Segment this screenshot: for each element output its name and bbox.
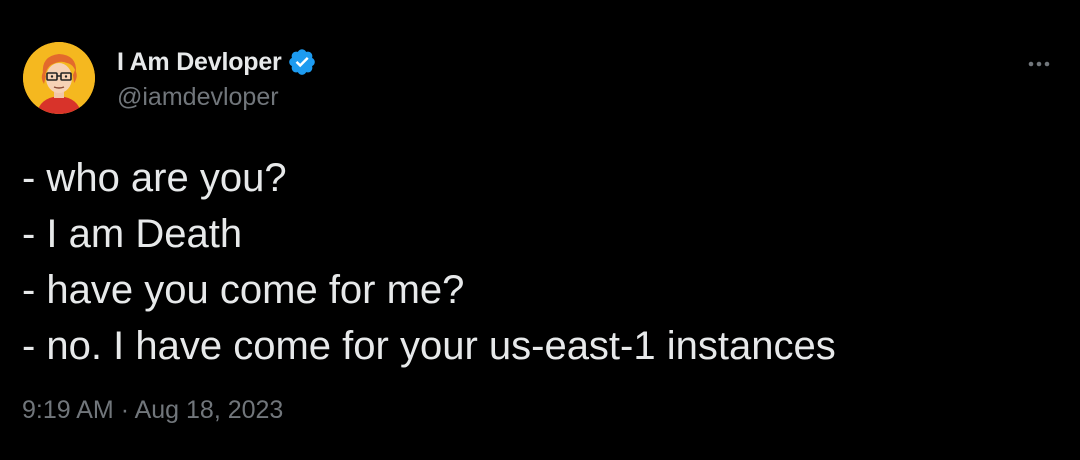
tweet-text-line: - I am Death <box>22 212 243 256</box>
verified-badge-icon <box>287 47 317 77</box>
more-options-button[interactable] <box>1019 52 1059 76</box>
tweet-text-line: - no. I have come for your us-east-1 ins… <box>22 324 836 368</box>
author-display-name[interactable]: I Am Devloper <box>117 48 282 77</box>
author-avatar[interactable] <box>23 42 95 114</box>
more-horizontal-icon <box>1028 61 1050 67</box>
timestamp-separator: · <box>120 396 130 424</box>
tweet-timestamp[interactable]: 9:19 AM · Aug 18, 2023 <box>22 396 283 425</box>
tweet-time: 9:19 AM <box>22 396 114 424</box>
tweet-text-line: - who are you? <box>22 156 287 200</box>
tweet-date: Aug 18, 2023 <box>134 396 284 424</box>
avatar-illustration-icon <box>23 42 95 114</box>
tweet-text: - who are you? - I am Death - have you c… <box>22 150 1062 374</box>
tweet-text-line: - have you come for me? <box>22 268 465 312</box>
author-name-row[interactable]: I Am Devloper <box>117 45 317 79</box>
author-handle[interactable]: @iamdevloper <box>117 83 279 112</box>
tweet-card: I Am Devloper @iamdevloper - who are you… <box>0 0 1080 460</box>
